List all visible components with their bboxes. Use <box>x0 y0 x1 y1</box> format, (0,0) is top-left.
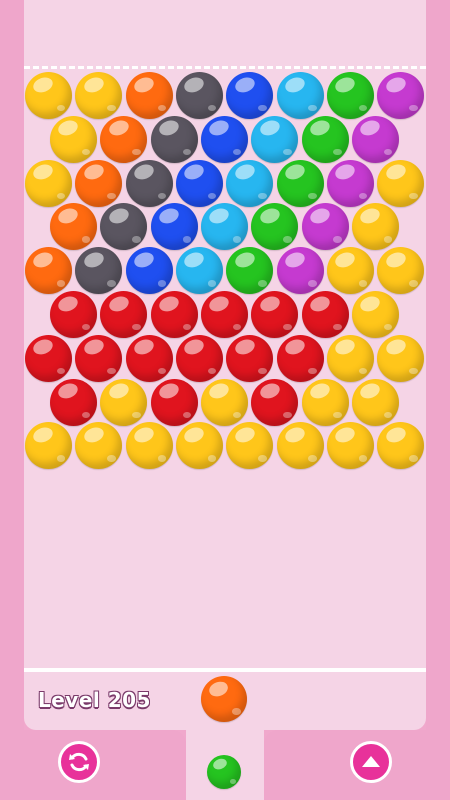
bubble-blue <box>125 247 173 295</box>
bubble-purple <box>276 247 324 295</box>
bubble-red <box>150 378 198 426</box>
bubble-blue <box>175 159 223 207</box>
bubble-cyan <box>226 159 274 207</box>
bubble-gray <box>150 115 198 163</box>
bubble-yellow <box>25 159 72 207</box>
bubble-blue <box>226 72 274 119</box>
bubble-yellow <box>326 247 374 295</box>
bubble-yellow <box>377 334 425 382</box>
bubble-yellow <box>301 378 349 426</box>
left-rail <box>0 0 24 800</box>
bubble-yellow <box>50 115 97 163</box>
bubble-cyan <box>175 247 223 295</box>
bubble-yellow <box>276 422 324 470</box>
bubble-yellow <box>351 203 399 251</box>
swap-button[interactable] <box>58 741 100 783</box>
bubble-orange <box>75 159 123 207</box>
bubble-yellow <box>75 72 123 119</box>
shooter-ball[interactable] <box>201 676 247 722</box>
bubble-cyan <box>276 72 324 119</box>
bubble-red <box>276 334 324 382</box>
bubble-red <box>251 291 299 338</box>
bubble-cyan <box>251 115 299 163</box>
bubble-yellow <box>25 72 72 119</box>
bubble-blue <box>150 203 198 251</box>
bubble-orange <box>100 115 148 163</box>
bubble-gray <box>125 159 173 207</box>
arrow-up-icon <box>359 750 383 774</box>
bubble-yellow <box>377 247 425 295</box>
bubble-red <box>175 334 223 382</box>
bubble-yellow <box>377 159 425 207</box>
refresh-icon <box>67 750 91 774</box>
bubble-red <box>251 378 299 426</box>
bubble-gray <box>175 72 223 119</box>
bubble-blue <box>200 115 248 163</box>
bubble-yellow <box>175 422 223 470</box>
bubble-yellow <box>125 422 173 470</box>
level-label: Level 205 <box>38 688 151 712</box>
bubble-orange <box>125 72 173 119</box>
bubble-red <box>200 291 248 338</box>
bubble-yellow <box>326 422 374 470</box>
bubble-red <box>50 378 97 426</box>
bubble-red <box>50 291 97 338</box>
bubble-orange <box>25 247 72 295</box>
bubble-yellow <box>326 334 374 382</box>
bubble-green <box>276 159 324 207</box>
bubble-red <box>75 334 123 382</box>
bubble-purple <box>351 115 399 163</box>
bubble-green <box>301 115 349 163</box>
bubble-yellow <box>351 378 399 426</box>
bubble-red <box>150 291 198 338</box>
next-ball[interactable] <box>207 755 241 789</box>
danger-line <box>24 668 426 672</box>
bubble-yellow <box>200 378 248 426</box>
bubble-cyan <box>200 203 248 251</box>
bubble-purple <box>301 203 349 251</box>
bubble-purple <box>326 159 374 207</box>
bubble-red <box>100 291 148 338</box>
bubble-yellow <box>351 291 399 338</box>
bubble-red <box>226 334 274 382</box>
bubble-yellow <box>100 378 148 426</box>
bubble-purple <box>377 72 425 119</box>
bubble-red <box>301 291 349 338</box>
boost-button[interactable] <box>350 741 392 783</box>
ceiling-line <box>24 66 426 69</box>
bubble-green <box>326 72 374 119</box>
bubble-red <box>25 334 72 382</box>
bubble-red <box>125 334 173 382</box>
right-rail <box>426 0 450 800</box>
